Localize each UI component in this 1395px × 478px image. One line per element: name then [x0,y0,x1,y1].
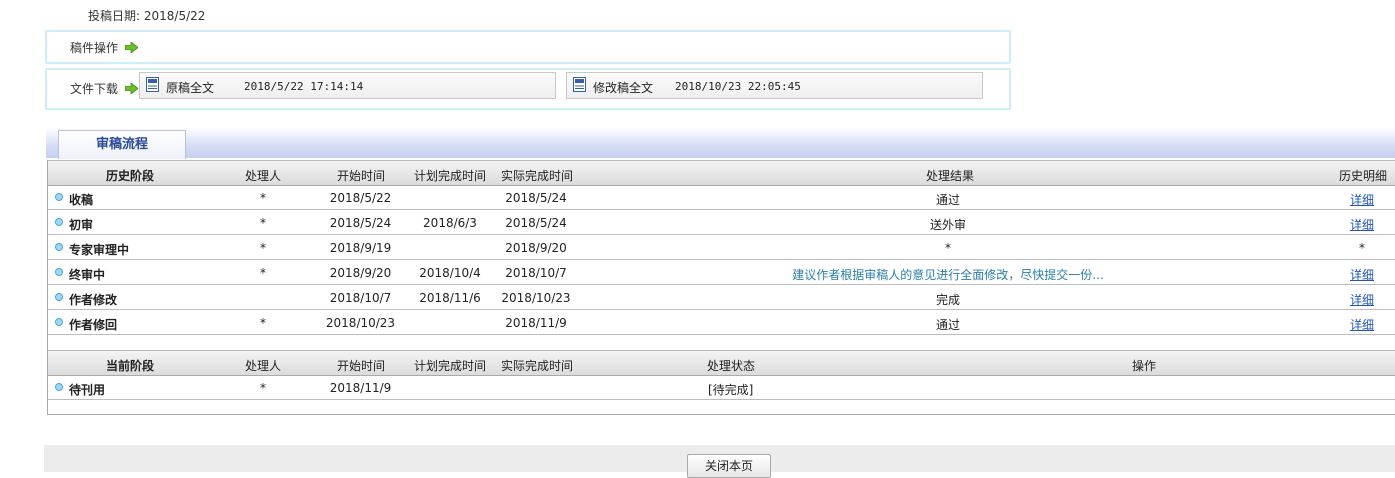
bullet-icon [55,318,63,326]
manuscript-ops-box: 稿件操作 [45,30,1011,64]
row-start: 2018/10/7 [329,291,392,305]
row-actual: 2018/5/24 [505,216,567,230]
row-stage: 作者修回 [69,318,118,332]
col-status: 处理状态 [707,359,756,373]
col-current-stage: 当前阶段 [106,359,155,373]
row-handler: * [260,381,266,395]
row-start: 2018/9/19 [329,241,392,255]
col-start-time: 开始时间 [337,359,386,373]
bullet-icon [55,293,63,301]
word-document-icon [573,77,586,92]
table-row: 专家审理中 * 2018/9/19 2018/9/20 * * [48,235,1395,260]
row-result: * [945,241,951,255]
current-table: 当前阶段 处理人 开始时间 计划完成时间 实际完成时间 处理状态 操作 待刊用 … [47,350,1395,415]
table-row: 终审中 * 2018/9/20 2018/10/4 2018/10/7 建议作者… [48,260,1395,285]
col-planned-time: 计划完成时间 [414,169,487,183]
table-row: 收稿 * 2018/5/22 2018/5/24 通过 详细 [48,185,1395,210]
col-actual-time: 实际完成时间 [501,169,574,183]
table-row: 作者修改 2018/10/7 2018/11/6 2018/10/23 完成 详… [48,285,1395,310]
row-start: 2018/10/23 [325,316,396,330]
row-result: 完成 [935,293,960,307]
original-file-date: 2018/5/22 17:14:14 [244,80,364,93]
row-planned: 2018/10/4 [419,266,481,280]
detail-link[interactable]: 详细 [1338,266,1386,283]
col-history-detail: 历史明细 [1339,169,1388,183]
table-row: 初审 * 2018/5/24 2018/6/3 2018/5/24 送外审 详细 [48,210,1395,235]
row-actual: 2018/9/20 [505,241,567,255]
row-actual: 2018/5/24 [505,191,567,205]
right-arrow-icon [124,83,138,94]
row-actual: 2018/10/23 [501,291,571,305]
row-start: 2018/11/9 [329,381,392,395]
revised-file-date: 2018/10/23 22:05:45 [675,80,801,93]
col-history-stage: 历史阶段 [106,169,155,183]
detail-link[interactable]: 详细 [1338,216,1386,233]
original-file-name: 原稿全文 [166,81,215,95]
close-page-button[interactable]: 关闭本页 [687,454,771,478]
row-planned: 2018/11/6 [419,291,481,305]
file-download-label: 文件下载 [70,80,138,97]
bullet-icon [55,218,63,226]
word-document-icon [146,77,159,92]
row-actual: 2018/11/9 [505,316,567,330]
revised-file-link[interactable]: 修改稿全文 2018/10/23 22:05:45 [566,72,983,99]
original-file-link[interactable]: 原稿全文 2018/5/22 17:14:14 [139,72,556,99]
history-table: 历史阶段 处理人 开始时间 计划完成时间 实际完成时间 处理结果 历史明细 收稿… [47,160,1395,350]
review-process-tabbar: 审稿流程 [46,128,1395,159]
table-row: 作者修回 * 2018/10/23 2018/11/9 通过 详细 [48,310,1395,335]
row-result: 通过 [935,193,960,207]
col-handler: 处理人 [245,359,282,373]
col-start-time: 开始时间 [337,169,386,183]
bullet-icon [55,383,63,391]
col-handler: 处理人 [245,169,282,183]
manuscript-ops-label: 稿件操作 [70,39,138,56]
bullet-icon [55,268,63,276]
bullet-icon [55,243,63,251]
row-stage: 终审中 [69,268,106,282]
row-handler: * [260,241,266,255]
row-handler: * [260,191,266,205]
detail-link[interactable]: 详细 [1338,316,1386,333]
row-handler: * [260,266,266,280]
row-result: 通过 [935,318,960,332]
right-arrow-icon [124,42,138,53]
submit-date-label: 投稿日期: [88,9,141,23]
row-result-link[interactable]: 建议作者根据审稿人的意见进行全面修改，尽快提交一份... [608,266,1288,283]
table-row: 待刊用 * 2018/11/9 [待完成] [48,375,1395,400]
row-start: 2018/9/20 [329,266,392,280]
current-header-row: 当前阶段 处理人 开始时间 计划完成时间 实际完成时间 处理状态 操作 [48,350,1395,376]
row-stage: 作者修改 [69,293,118,307]
row-stage: 专家审理中 [69,243,130,257]
row-detail: * [1359,241,1365,255]
row-handler: * [260,316,266,330]
submit-date: 投稿日期: 2018/5/22 [88,7,205,24]
row-status: [待完成] [708,383,754,397]
detail-link[interactable]: 详细 [1338,291,1386,308]
submit-date-value: 2018/5/22 [143,9,206,23]
col-actual-time: 实际完成时间 [501,359,574,373]
row-start: 2018/5/22 [329,191,392,205]
bullet-icon [55,193,63,201]
row-start: 2018/5/24 [329,216,392,230]
history-header-row: 历史阶段 处理人 开始时间 计划完成时间 实际完成时间 处理结果 历史明细 [48,160,1395,186]
revised-file-name: 修改稿全文 [593,81,654,95]
row-result: 送外审 [929,218,966,232]
row-stage: 收稿 [69,193,94,207]
row-planned: 2018/6/3 [423,216,477,230]
col-result: 处理结果 [926,169,975,183]
file-download-box: 文件下载 原稿全文 2018/5/22 17:14:14 修改稿全文 2018/… [45,68,1011,110]
footer-bar: 关闭本页 [44,445,1395,478]
col-planned-time: 计划完成时间 [414,359,487,373]
row-stage: 初审 [69,218,94,232]
detail-link[interactable]: 详细 [1338,191,1386,208]
row-stage: 待刊用 [69,383,106,397]
tab-review-process[interactable]: 审稿流程 [58,130,186,159]
col-action: 操作 [1132,359,1157,373]
row-handler: * [260,216,266,230]
row-actual: 2018/10/7 [505,266,567,280]
